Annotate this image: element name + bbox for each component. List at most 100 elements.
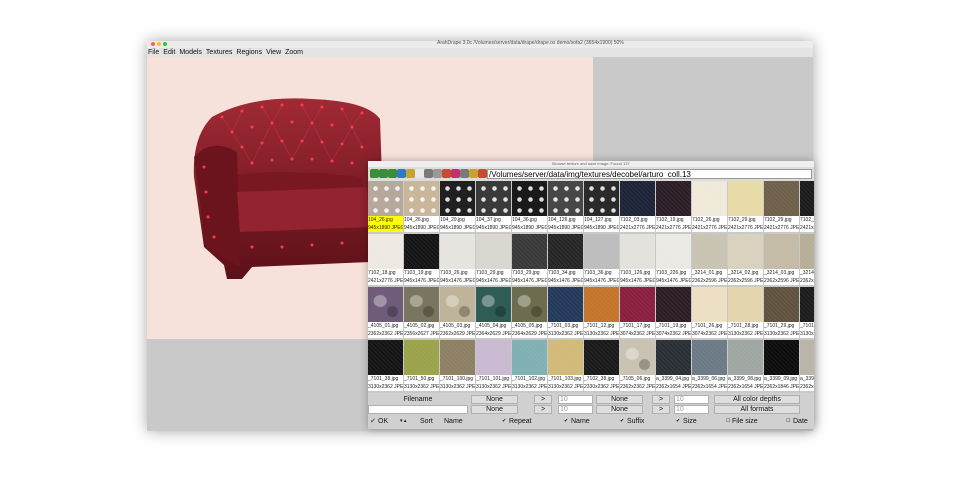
texture-thumbnail[interactable]: 7102_29.jpg2421x2776 JPEG xyxy=(728,181,763,234)
filter-op-4[interactable]: > xyxy=(652,405,670,414)
texture-thumbnail[interactable]: a_3399_09.jpg2362x1846 JPEG xyxy=(764,340,799,393)
texture-thumbnail[interactable]: 7103_26.jpg 945x1476 JPEG xyxy=(440,234,475,287)
info-icon[interactable] xyxy=(478,169,487,178)
texture-thumbnail[interactable]: _7101_28.jpg3130x2362 JPEG xyxy=(728,287,763,340)
menu-regions[interactable]: Regions xyxy=(235,49,265,56)
filter-op-3[interactable]: > xyxy=(534,405,552,414)
up-icon[interactable] xyxy=(388,169,397,178)
repeat-check-icon[interactable]: ✔ xyxy=(502,417,506,426)
texture-thumbnail[interactable]: _7102_38.jpg2330x2362 JPEG xyxy=(584,340,619,393)
ok-button[interactable]: OK xyxy=(378,417,388,426)
filter-select-4[interactable]: None xyxy=(596,405,643,414)
name-check-icon[interactable]: ✔ xyxy=(564,417,568,426)
suffix-check-icon[interactable]: ✔ xyxy=(620,417,624,426)
filter-op-2[interactable]: > xyxy=(652,395,670,404)
menu-textures[interactable]: Textures xyxy=(205,49,235,56)
back-icon[interactable] xyxy=(370,169,379,178)
texture-thumbnail[interactable]: a_3399_06.jpg2362x1654 JPEG xyxy=(692,340,727,393)
path-field[interactable]: /Volumes/server/data/img/textures/decobe… xyxy=(487,169,812,179)
trash-icon[interactable] xyxy=(442,169,451,178)
filter-value-3[interactable]: 10 xyxy=(558,405,593,414)
edit-icon[interactable] xyxy=(451,169,460,178)
print-icon[interactable] xyxy=(424,169,433,178)
texture-thumbnail[interactable]: 7102_18.jpg2421x2776 JPEG xyxy=(368,234,403,287)
date-checkbox[interactable]: Date xyxy=(793,417,808,426)
texture-thumbnail[interactable]: 104_26.jpg 945x1890 JPEG xyxy=(404,181,439,234)
texture-thumbnail[interactable]: 7103_19.jpg 945x1476 JPEG xyxy=(404,234,439,287)
repeat-checkbox[interactable]: Repeat xyxy=(509,417,532,426)
texture-thumbnail[interactable]: _7105_06.jpg2362x2362 JPEG xyxy=(620,340,655,393)
texture-thumbnail[interactable]: _7101_103.jpg3130x2362 JPEG xyxy=(548,340,583,393)
texture-thumbnail[interactable]: 104_29.jpg 945x1890 JPEG xyxy=(440,181,475,234)
texture-thumbnail[interactable]: _4105_05.jpg2364x2629 JPEG xyxy=(512,287,547,340)
texture-thumbnail[interactable]: 104_37.jpg 945x1890 JPEG xyxy=(476,181,511,234)
texture-thumbnail[interactable]: 104_126.jpg 945x1890 JPEG xyxy=(548,181,583,234)
texture-thumbnail[interactable]: _4105_02.jpg2356x2627 JPEG xyxy=(404,287,439,340)
texture-thumbnail[interactable]: 7103_29.jpg 945x1476 JPEG xyxy=(476,234,511,287)
texture-thumbnail[interactable]: a_3399_08.jpg2362x1654 JPEG xyxy=(728,340,763,393)
texture-thumbnail[interactable]: _7101_26.jpg3074x2362 JPEG xyxy=(692,287,727,340)
filter-select-3[interactable]: None xyxy=(471,405,518,414)
texture-thumbnail[interactable]: _7101_19.jpg3074x2362 JPEG xyxy=(656,287,691,340)
folder-icon[interactable] xyxy=(469,169,478,178)
texture-thumbnail[interactable]: _7101_17.jpg3074x2362 JPEG xyxy=(620,287,655,340)
home-icon[interactable] xyxy=(406,169,415,178)
texture-thumbnail[interactable]: _7101_12.jpg3130x2362 JPEG xyxy=(584,287,619,340)
sort-name-select[interactable]: Name xyxy=(444,417,463,426)
texture-thumbnail[interactable]: 104_127.jpg 945x1890 JPEG xyxy=(584,181,619,234)
texture-thumbnail[interactable]: _7101_100.jpg3130x2362 JPEG xyxy=(440,340,475,393)
texture-thumbnail[interactable]: _4105_04.jpg2364x2629 JPEG xyxy=(476,287,511,340)
texture-thumbnail[interactable]: _7101_50.jpg3130x2362 JPEG xyxy=(404,340,439,393)
forward-icon[interactable] xyxy=(379,169,388,178)
texture-thumbnail[interactable]: 7103_34.jpg 945x1476 JPEG xyxy=(548,234,583,287)
texture-thumbnail[interactable]: _32142362x2 xyxy=(800,234,814,287)
texture-thumbnail[interactable]: _71013130x2 xyxy=(800,287,814,340)
thumbnail-grid[interactable]: 104_26.jpg 945x1890 JPEG 104_26.jpg 945x189… xyxy=(368,181,814,393)
texture-thumbnail[interactable]: _3214_02.jpg2362x2596 JPEG xyxy=(728,234,763,287)
texture-thumbnail[interactable]: 7102_29.jpg2421x2776 JPEG xyxy=(764,181,799,234)
texture-thumbnail[interactable]: 7103_29.jpg 945x1476 JPEG xyxy=(512,234,547,287)
sort-direction-icon[interactable]: ▾ ▴ xyxy=(400,417,406,426)
filter-value-1[interactable]: 10 xyxy=(558,395,593,404)
name-checkbox[interactable]: Name xyxy=(571,417,590,426)
menu-zoom[interactable]: Zoom xyxy=(284,49,306,56)
texture-thumbnail[interactable]: _7101_29.jpg3130x2362 JPEG xyxy=(764,287,799,340)
menu-view[interactable]: View xyxy=(265,49,284,56)
menu-edit[interactable]: Edit xyxy=(162,49,178,56)
minimize-icon[interactable] xyxy=(157,42,161,46)
zoom-icon[interactable] xyxy=(163,42,167,46)
texture-thumbnail[interactable]: 7103_226.jpg 945x1476 JPEG xyxy=(656,234,691,287)
texture-thumbnail[interactable]: 7103_126.jpg 945x1476 JPEG xyxy=(620,234,655,287)
copy-icon[interactable] xyxy=(460,169,469,178)
file-size-checkbox[interactable]: File size xyxy=(732,417,758,426)
texture-thumbnail[interactable]: _3214_03.jpg2362x2596 JPEG xyxy=(764,234,799,287)
texture-thumbnail[interactable]: _7101_38.jpg3130x2362 JPEG xyxy=(368,340,403,393)
texture-thumbnail[interactable]: a_3399_04.jpg2362x1654 JPEG xyxy=(656,340,691,393)
texture-thumbnail[interactable]: 104_36.jpg 945x1890 JPEG xyxy=(512,181,547,234)
reload-icon[interactable] xyxy=(397,169,406,178)
texture-thumbnail[interactable]: 7102_32421x2 xyxy=(800,181,814,234)
filename-input[interactable] xyxy=(368,405,468,414)
color-depth-select[interactable]: All color depths xyxy=(714,395,800,404)
texture-thumbnail[interactable]: 7102_19.jpg2421x2776 JPEG xyxy=(656,181,691,234)
texture-thumbnail[interactable]: 7102_26.jpg2421x2776 JPEG xyxy=(692,181,727,234)
texture-thumbnail[interactable]: _4105_03.jpg2362x2629 JPEG xyxy=(440,287,475,340)
suffix-checkbox[interactable]: Suffix xyxy=(627,417,644,426)
texture-thumbnail[interactable]: 7103_36.jpg 945x1476 JPEG xyxy=(584,234,619,287)
menu-file[interactable]: File xyxy=(147,49,162,56)
texture-thumbnail[interactable]: 7102_03.jpg2421x2776 JPEG xyxy=(620,181,655,234)
file-size-check-icon[interactable]: ☐ xyxy=(726,417,730,426)
list-icon[interactable] xyxy=(433,169,442,178)
filter-select-2[interactable]: None xyxy=(596,395,643,404)
filter-op-1[interactable]: > xyxy=(534,395,552,404)
filter-value-2[interactable]: 10 xyxy=(674,395,709,404)
texture-thumbnail[interactable]: _7101_101.jpg3130x2362 JPEG xyxy=(476,340,511,393)
filter-select-1[interactable]: None xyxy=(471,395,518,404)
new-folder-icon[interactable] xyxy=(415,169,424,178)
size-check-icon[interactable]: ✔ xyxy=(676,417,680,426)
filter-value-4[interactable]: 10 xyxy=(674,405,709,414)
texture-thumbnail[interactable]: _4105_01.jpg2362x2362 JPEG xyxy=(368,287,403,340)
texture-thumbnail[interactable]: 104_26.jpg 945x1890 JPEG xyxy=(368,181,403,234)
close-icon[interactable] xyxy=(151,42,155,46)
menu-models[interactable]: Models xyxy=(178,49,205,56)
